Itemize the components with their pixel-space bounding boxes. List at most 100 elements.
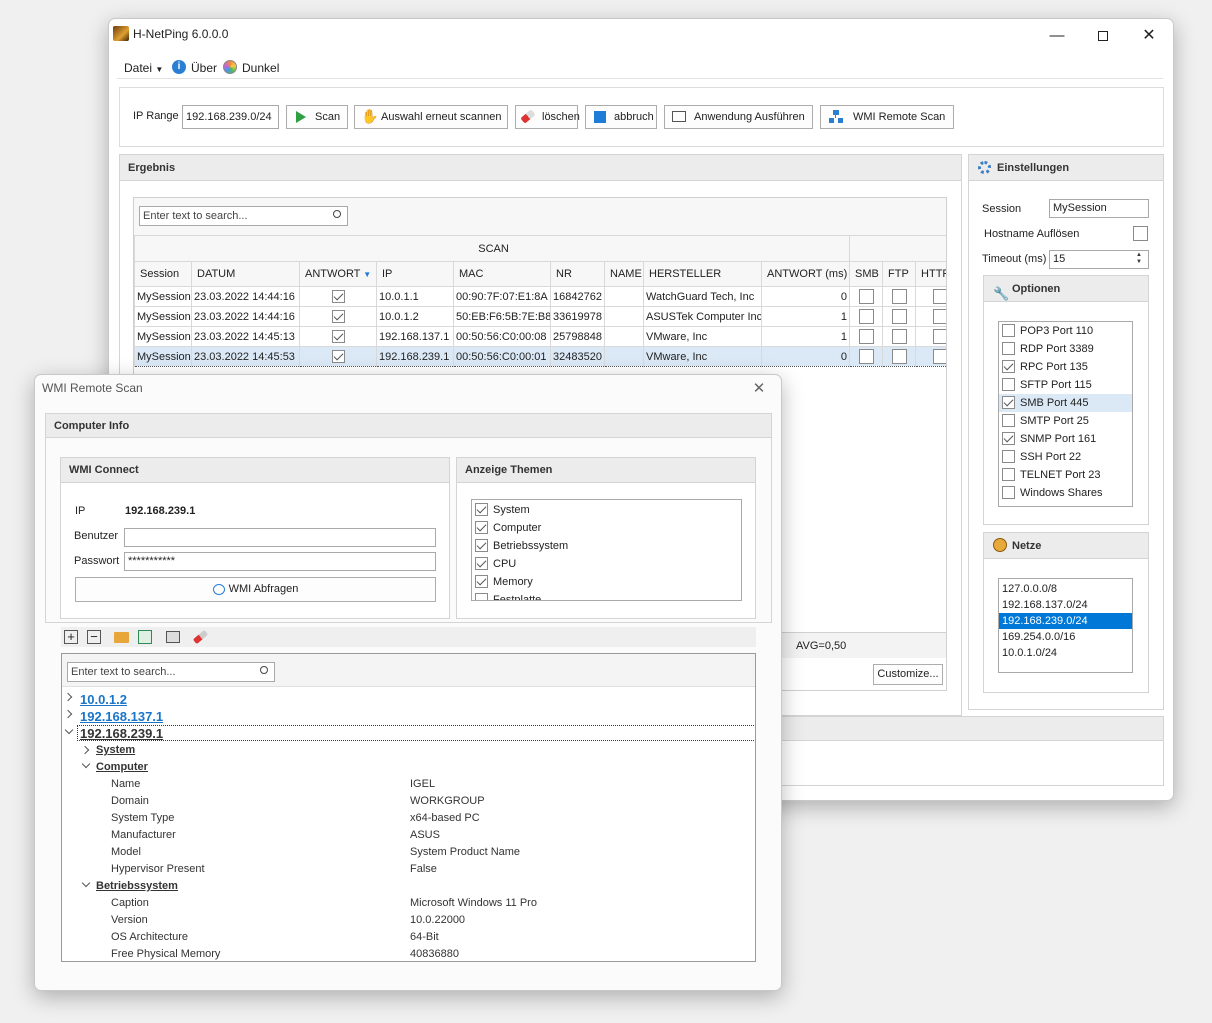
collapse-arrow-icon[interactable] [81,878,91,888]
optionen-checkbox[interactable] [1002,378,1015,391]
optionen-checkbox[interactable] [1002,486,1015,499]
timeout-input[interactable]: 15 [1049,250,1149,269]
netze-item[interactable]: 192.168.137.0/24 [999,597,1132,613]
optionen-checkbox[interactable] [1002,324,1015,337]
table-row[interactable]: MySession 23.03.2022 14:44:16 10.0.1.1 00:9… [134,286,946,307]
collapse-all-icon[interactable]: − [87,630,101,644]
timeout-spinner[interactable]: ▲ ▼ [1136,252,1142,266]
scan-button[interactable]: Scan [286,105,348,129]
abort-button[interactable]: abbruch [585,105,657,129]
tree-node-selected-row[interactable] [77,725,755,741]
antwort-checkbox[interactable] [331,310,345,323]
col-hersteller[interactable]: HERSTELLER [643,261,762,287]
netze-item[interactable]: 169.254.0.0/16 [999,629,1132,645]
col-mac[interactable]: MAC [453,261,551,287]
http-checkbox[interactable] [932,349,946,364]
grid-search-input[interactable]: Enter text to search... [139,206,348,226]
close-button[interactable]: ✕ [1129,23,1169,49]
col-session[interactable]: Session [134,261,192,287]
theme-checkbox[interactable] [475,575,488,588]
col-nr[interactable]: NR [550,261,605,287]
theme-item[interactable]: Memory [472,573,741,591]
table-row[interactable]: MySession 23.03.2022 14:45:53 192.168.239.… [134,346,946,367]
smb-checkbox[interactable] [858,349,874,364]
save-icon[interactable] [138,630,152,644]
theme-item[interactable]: Computer [472,519,741,537]
optionen-checkbox[interactable] [1002,450,1015,463]
maximize-button[interactable] [1083,23,1123,49]
table-row[interactable]: MySession 23.03.2022 14:45:13 192.168.137.… [134,326,946,347]
optionen-item[interactable]: RPC Port 135 [999,358,1132,376]
smb-checkbox[interactable] [858,329,874,344]
netze-item[interactable]: 127.0.0.0/8 [999,581,1132,597]
wmi-remote-scan-button[interactable]: WMI Remote Scan [820,105,954,129]
antwort-checkbox[interactable] [331,290,345,303]
wmi-titlebar[interactable]: WMI Remote Scan ✕ [35,375,781,407]
col-antwort[interactable]: ANTWORT ▼ [299,261,377,287]
theme-item[interactable]: Festplatte [472,591,741,600]
expand-arrow-icon[interactable] [80,745,90,755]
menu-datei[interactable]: Datei ▼ [124,61,163,75]
theme-checkbox[interactable] [475,521,488,534]
optionen-item[interactable]: SFTP Port 115 [999,376,1132,394]
expand-arrow-icon[interactable] [63,692,73,702]
hostname-checkbox[interactable] [1133,226,1148,241]
optionen-checkbox[interactable] [1002,396,1015,409]
wmi-close-button[interactable]: ✕ [739,376,779,402]
print-icon[interactable] [166,631,180,643]
col-datum[interactable]: DATUM [191,261,300,287]
customize-button[interactable]: Customize... [873,664,943,685]
tree-section-computer[interactable]: Computer [96,761,148,773]
col-name[interactable]: NAME [604,261,644,287]
wmi-query-button[interactable]: WMI Abfragen [75,577,436,602]
optionen-item[interactable]: TELNET Port 23 [999,466,1132,484]
col-smb[interactable]: SMB [849,261,884,287]
tree-search-input[interactable]: Enter text to search... [67,662,275,682]
main-titlebar[interactable]: H-NetPing 6.0.0.0 — ✕ [109,19,1173,51]
optionen-item[interactable]: SMB Port 445 [999,394,1132,412]
optionen-item[interactable]: Windows Shares [999,484,1132,502]
optionen-item[interactable]: SSH Port 22 [999,448,1132,466]
expand-arrow-icon[interactable] [63,709,73,719]
session-input[interactable]: MySession [1049,199,1149,218]
netze-item[interactable]: 10.0.1.0/24 [999,645,1132,661]
theme-checkbox[interactable] [475,557,488,570]
col-http[interactable]: HTTP [915,261,946,287]
tree-node-10-0-1-2[interactable]: 10.0.1.2 [80,692,127,707]
optionen-item[interactable]: SMTP Port 25 [999,412,1132,430]
open-folder-icon[interactable] [114,632,129,643]
theme-checkbox[interactable] [475,503,488,516]
tree-node-192-168-137-1[interactable]: 192.168.137.1 [80,709,163,724]
antwort-checkbox[interactable] [331,350,345,363]
optionen-checkbox[interactable] [1002,360,1015,373]
user-input[interactable] [124,528,436,547]
netze-item[interactable]: 192.168.239.0/24 [999,613,1132,629]
theme-checkbox[interactable] [475,539,488,552]
ftp-checkbox[interactable] [891,349,907,364]
tree-section-os[interactable]: Betriebssystem [96,880,178,892]
optionen-item[interactable]: SNMP Port 161 [999,430,1132,448]
smb-checkbox[interactable] [858,309,874,324]
minimize-button[interactable]: — [1037,23,1077,49]
table-row[interactable]: MySession 23.03.2022 14:44:16 10.0.1.2 50:E… [134,306,946,327]
optionen-checkbox[interactable] [1002,468,1015,481]
smb-checkbox[interactable] [858,289,874,304]
optionen-item[interactable]: POP3 Port 110 [999,322,1132,340]
ip-range-input[interactable]: 192.168.239.0/24 [182,105,279,129]
theme-item[interactable]: System [472,501,741,519]
collapse-arrow-icon[interactable] [81,759,91,769]
antwort-checkbox[interactable] [331,330,345,343]
delete-button[interactable]: löschen [515,105,580,129]
ftp-checkbox[interactable] [891,329,907,344]
collapse-arrow-icon[interactable] [64,725,74,735]
expand-all-icon[interactable]: + [64,630,78,644]
tree-node-192-168-239-1[interactable]: 192.168.239.1 [80,726,163,741]
menu-dunkel[interactable]: Dunkel [223,59,293,77]
theme-item[interactable]: CPU [472,555,741,573]
col-ftp[interactable]: FTP [882,261,917,287]
password-input[interactable]: *********** [124,552,436,571]
ftp-checkbox[interactable] [891,309,907,324]
http-checkbox[interactable] [932,309,946,324]
theme-checkbox[interactable] [475,593,488,600]
theme-item[interactable]: Betriebssystem [472,537,741,555]
